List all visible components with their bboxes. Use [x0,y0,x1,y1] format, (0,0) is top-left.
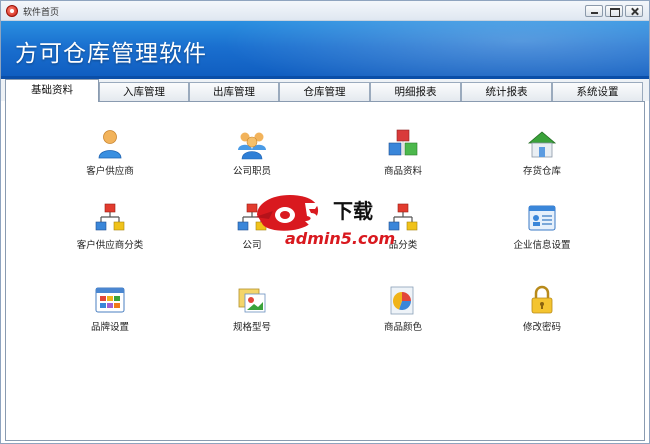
watermark-text: admin5.com [285,229,396,248]
content-panel: 客户供应商 公司职员 商品资料 存货仓库 客户供应商分类 公司 品分类 企业信息… [5,101,645,441]
watermark-logo: 下载 admin5.com [253,189,403,251]
item-stock-warehouse[interactable]: 存货仓库 [482,128,602,180]
item-label: 品牌设置 [90,322,129,333]
item-label: 商品资料 [383,166,422,177]
tab-warehouse[interactable]: 仓库管理 [279,82,370,102]
item-label: 公司职员 [232,166,271,177]
lock-icon [531,285,553,314]
org-chart-icon [95,203,125,231]
tab-outbound[interactable]: 出库管理 [189,82,279,102]
item-brand-settings[interactable]: 品牌设置 [50,284,170,336]
maximize-button[interactable] [605,5,623,17]
people-group-icon [238,132,266,160]
tab-basic-data[interactable]: 基础资料 [5,79,99,102]
header-banner: 方可仓库管理软件 [1,21,649,79]
watermark-mark: 下载 [333,199,373,223]
item-company-info-settings[interactable]: 企业信息设置 [482,202,602,254]
item-company-staff[interactable]: 公司职员 [192,128,312,180]
person-icon [98,130,122,159]
item-label: 企业信息设置 [513,240,571,251]
tab-system-settings[interactable]: 系统设置 [552,82,643,102]
item-spec-model[interactable]: 规格型号 [192,284,312,336]
item-product-data[interactable]: 商品资料 [343,128,463,180]
item-label: 存货仓库 [522,166,561,177]
item-label: 规格型号 [232,322,271,333]
item-label: 客户供应商分类 [76,240,144,251]
title-bar[interactable]: 软件首页 [1,1,649,21]
id-card-icon [528,205,556,231]
item-label: 商品颜色 [383,322,422,333]
tab-inbound[interactable]: 入库管理 [99,82,189,102]
photo-card-icon [238,288,266,313]
item-label: 客户供应商 [86,166,134,177]
window-title: 软件首页 [23,8,60,18]
item-change-password[interactable]: 修改密码 [482,284,602,336]
house-icon [527,131,557,158]
tab-bar: 基础资料 入库管理 出库管理 仓库管理 明细报表 统计报表 系统设置 [1,79,649,102]
app-window: 软件首页 方可仓库管理软件 基础资料 入库管理 出库管理 仓库管理 明细报表 统… [0,0,650,444]
app-logo-icon [6,5,18,17]
grid-window-icon [95,287,125,313]
app-title: 方可仓库管理软件 [15,41,207,67]
color-chart-icon [390,286,414,315]
item-product-color[interactable]: 商品颜色 [343,284,463,336]
item-customer-supplier[interactable]: 客户供应商 [50,128,170,180]
close-button[interactable] [625,5,643,17]
tab-stat-report[interactable]: 统计报表 [461,82,552,102]
tab-detail-report[interactable]: 明细报表 [370,82,461,102]
item-label: 修改密码 [522,322,561,333]
minimize-button[interactable] [585,5,603,17]
cubes-icon [388,129,418,156]
item-customer-supplier-category[interactable]: 客户供应商分类 [50,202,170,254]
